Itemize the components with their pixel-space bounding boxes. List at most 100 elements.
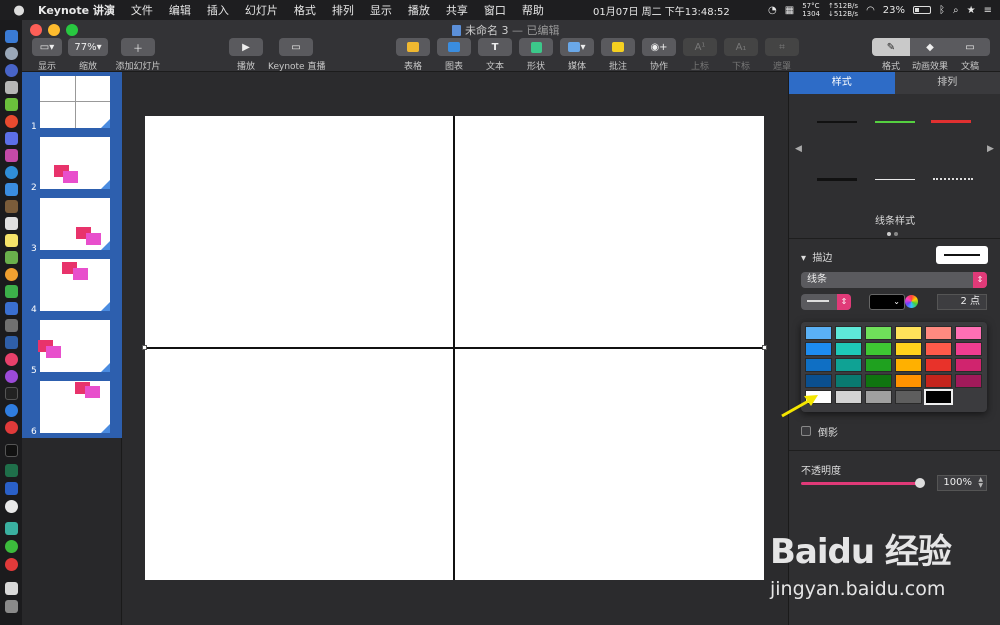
compass-dock-icon[interactable]: [5, 64, 18, 77]
comment-button[interactable]: 批注: [601, 38, 635, 72]
app-dock-icon-2[interactable]: [5, 149, 18, 162]
yandex-dock-icon[interactable]: [5, 500, 18, 513]
color-swatch[interactable]: [835, 374, 862, 388]
line-style-white[interactable]: [875, 179, 915, 180]
color-swatch[interactable]: [865, 390, 892, 404]
zoom-window-button[interactable]: [66, 24, 78, 36]
color-swatch[interactable]: [805, 358, 832, 372]
line-handle-left[interactable]: [142, 345, 147, 350]
stroke-color-well[interactable]: ⌄: [869, 294, 905, 310]
podcasts-dock-icon[interactable]: [5, 370, 18, 383]
shape-button[interactable]: 形状: [519, 38, 553, 72]
color-swatch[interactable]: [925, 358, 952, 372]
chart-button[interactable]: 图表: [437, 38, 471, 72]
android-dock-icon[interactable]: [5, 98, 18, 111]
keynote-live-button[interactable]: ▭ Keynote 直播: [268, 38, 325, 72]
color-swatch[interactable]: [955, 342, 982, 356]
vivaldi-dock-icon[interactable]: [5, 421, 18, 434]
slide-thumbnail-2[interactable]: [40, 137, 110, 189]
slide-thumbnail-3[interactable]: [40, 198, 110, 250]
reflection-checkbox[interactable]: [801, 426, 811, 436]
keynote-dock-icon[interactable]: [5, 336, 18, 349]
music-dock-icon[interactable]: [5, 353, 18, 366]
color-swatch[interactable]: [835, 390, 862, 404]
finder-dock-icon[interactable]: [5, 30, 18, 43]
color-swatch[interactable]: [895, 358, 922, 372]
line-style-red-textured[interactable]: [931, 120, 971, 123]
apple-menu-icon[interactable]: ●: [8, 3, 30, 18]
tv-dock-icon[interactable]: [5, 387, 18, 400]
wifi-icon[interactable]: ◠: [866, 5, 875, 16]
control-center-icon[interactable]: ≡: [984, 5, 992, 16]
calendar-dock-icon[interactable]: [5, 217, 18, 230]
photos-dock-icon[interactable]: [5, 268, 18, 281]
text-button[interactable]: T 文本: [478, 38, 512, 72]
color-swatch[interactable]: [925, 326, 952, 340]
color-swatch[interactable]: [895, 374, 922, 388]
opacity-slider-knob[interactable]: [915, 478, 925, 488]
rocket-dock-icon[interactable]: [5, 81, 18, 94]
play-button[interactable]: ▶ 播放: [228, 38, 264, 72]
document-button[interactable]: ▭ 文稿: [950, 38, 990, 72]
view-button[interactable]: ▭▾ 显示: [32, 38, 62, 72]
line-style-dotted[interactable]: [933, 178, 973, 180]
app-dock-icon-6[interactable]: [5, 319, 18, 332]
tab-style[interactable]: 样式: [789, 72, 895, 94]
menu-window[interactable]: 窗口: [476, 2, 514, 18]
appstore-dock-icon[interactable]: [5, 404, 18, 417]
add-slide-button[interactable]: ＋ 添加幻灯片: [115, 38, 161, 72]
opacity-slider-track[interactable]: [801, 482, 921, 485]
star-icon[interactable]: ★: [967, 5, 976, 16]
menu-file[interactable]: 文件: [123, 2, 161, 18]
stroke-section-header[interactable]: ▾ 描边: [801, 249, 832, 264]
app-dock-icon-5[interactable]: [5, 200, 18, 213]
trash-dock-icon[interactable]: [5, 600, 18, 613]
chrome-dock-icon[interactable]: [5, 115, 18, 128]
collaborate-button[interactable]: ◉+ 协作: [642, 38, 676, 72]
stroke-preset-button[interactable]: [936, 246, 988, 264]
menu-slide[interactable]: 幻灯片: [237, 2, 286, 18]
color-swatch[interactable]: [865, 326, 892, 340]
superscript-button[interactable]: A¹ 上标: [683, 38, 717, 72]
animate-button[interactable]: ◆ 动画效果: [910, 38, 950, 72]
color-swatch[interactable]: [955, 374, 982, 388]
line-style-black-thick[interactable]: [817, 178, 857, 181]
line-style-green[interactable]: [875, 121, 915, 123]
subscript-button[interactable]: A₁ 下标: [724, 38, 758, 72]
line-pattern-select[interactable]: ⇕: [801, 294, 851, 310]
vertical-line[interactable]: [453, 116, 455, 580]
color-swatch[interactable]: [955, 326, 982, 340]
vpn-dock-icon[interactable]: [5, 482, 18, 495]
menu-edit[interactable]: 编辑: [161, 2, 199, 18]
facetime-dock-icon[interactable]: [5, 302, 18, 315]
menu-arrange[interactable]: 排列: [324, 2, 362, 18]
color-swatch[interactable]: [805, 342, 832, 356]
slide-thumbnail-4[interactable]: [40, 259, 110, 311]
menu-play[interactable]: 播放: [400, 2, 438, 18]
line-style-black-thin[interactable]: [817, 121, 857, 123]
color-swatch[interactable]: [895, 326, 922, 340]
document-dock-icon[interactable]: [5, 582, 18, 595]
battery-icon[interactable]: [913, 6, 932, 14]
color-swatch[interactable]: [925, 374, 952, 388]
app-dock-icon-7[interactable]: [5, 522, 18, 535]
color-swatch[interactable]: [805, 326, 832, 340]
color-swatch[interactable]: [835, 358, 862, 372]
color-swatch[interactable]: [895, 342, 922, 356]
color-swatch[interactable]: [865, 374, 892, 388]
menu-insert[interactable]: 插入: [199, 2, 237, 18]
color-swatch[interactable]: [805, 374, 832, 388]
opacity-field[interactable]: 100% ▲ ▼: [937, 475, 987, 491]
color-swatch[interactable]: [865, 342, 892, 356]
media-button[interactable]: ▾ 媒体: [560, 38, 594, 72]
battery-percent[interactable]: 23%: [883, 5, 905, 16]
color-swatch[interactable]: [865, 358, 892, 372]
current-slide[interactable]: [142, 116, 767, 580]
app-dock-icon-1[interactable]: [5, 132, 18, 145]
stepper-icon[interactable]: ▲ ▼: [978, 477, 983, 489]
color-swatch[interactable]: [925, 342, 952, 356]
clock-status-icon[interactable]: ◔: [768, 5, 777, 16]
table-button[interactable]: 表格: [396, 38, 430, 72]
wechat-dock-icon[interactable]: [5, 540, 18, 553]
color-swatch[interactable]: [835, 326, 862, 340]
